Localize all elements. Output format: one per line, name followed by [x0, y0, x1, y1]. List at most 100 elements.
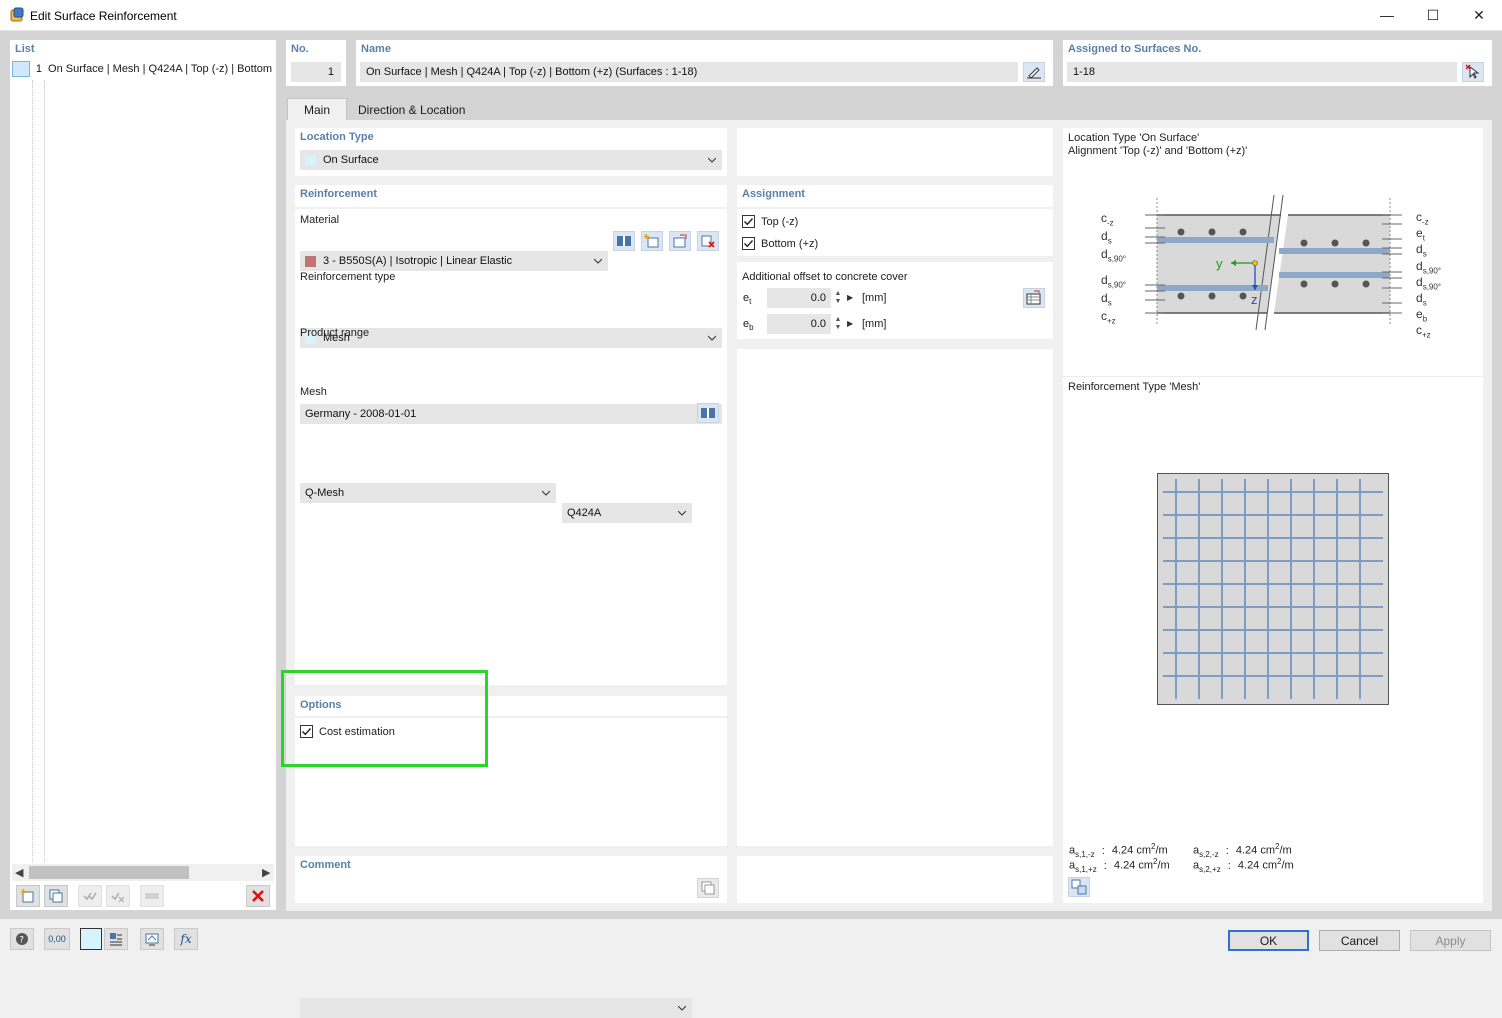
location-type-dropdown[interactable]: On Surface: [300, 150, 722, 170]
label-ds: ds: [1416, 242, 1427, 259]
scroll-left-icon[interactable]: ◀: [15, 866, 23, 879]
swap-view-icon: [1071, 879, 1087, 895]
divider: [1063, 376, 1483, 377]
view-button[interactable]: [140, 928, 164, 950]
location-preview-subtitle: Alignment 'Top (-z)' and 'Bottom (+z)': [1068, 145, 1248, 157]
offset-et-spinner[interactable]: ▲ ▼: [832, 290, 844, 306]
tree-guide: [32, 80, 33, 862]
ok-button[interactable]: OK: [1228, 930, 1309, 951]
material-dropdown[interactable]: 3 - B550S(A) | Isotropic | Linear Elasti…: [300, 251, 608, 271]
uncheck-button[interactable]: [106, 885, 130, 907]
area-as1-plus-z: as,1,+z : 4.24 cm2/m: [1069, 857, 1170, 874]
formula-button[interactable]: fx: [174, 928, 198, 950]
reinforcement-type-label: Reinforcement type: [300, 271, 396, 283]
name-field[interactable]: On Surface | Mesh | Q424A | Top (-z) | B…: [360, 62, 1018, 82]
copy-icon: [49, 889, 63, 903]
display-properties-button[interactable]: [104, 928, 128, 950]
assignment-label: Assignment: [742, 188, 805, 200]
location-type-label: Location Type: [300, 131, 374, 143]
view-icon: [145, 933, 159, 946]
tree-guide: [44, 80, 45, 862]
scroll-right-icon[interactable]: ▶: [262, 866, 270, 879]
mesh-name-dropdown[interactable]: Q424A: [562, 503, 692, 523]
offset-et-arrow-icon[interactable]: ▶: [847, 293, 853, 302]
scroll-thumb[interactable]: [29, 866, 189, 879]
offset-et-symbol: et: [743, 292, 752, 307]
units-button[interactable]: 0,00: [44, 928, 70, 950]
delete-icon: [252, 890, 264, 902]
color-swatch-button[interactable]: [80, 928, 102, 950]
delete-material-button[interactable]: [697, 231, 719, 251]
delete-material-icon: [701, 235, 715, 248]
assigned-surfaces-field[interactable]: 1-18: [1067, 62, 1457, 82]
label-ds90: ds,90°: [1101, 273, 1127, 290]
label-c-plus-z: c+z: [1416, 323, 1431, 340]
new-material-icon: [644, 234, 659, 248]
label-eb: eb: [1416, 307, 1428, 324]
list-horizontal-scrollbar[interactable]: ◀ ▶: [12, 864, 274, 881]
maximize-button[interactable]: ☐: [1410, 0, 1456, 30]
mesh-preview-title: Reinforcement Type 'Mesh': [1068, 381, 1201, 393]
cancel-button[interactable]: Cancel: [1319, 930, 1400, 951]
pick-surfaces-button[interactable]: [1462, 62, 1484, 82]
slab-section: [1156, 194, 1391, 331]
comment-dropdown[interactable]: [300, 998, 692, 1018]
new-item-button[interactable]: [16, 885, 40, 907]
material-value: 3 - B550S(A) | Isotropic | Linear Elasti…: [323, 255, 513, 267]
left-dimension-labels: c-z ds ds,90°: [1101, 212, 1151, 266]
app-icon: [10, 7, 24, 22]
delete-button[interactable]: [246, 885, 270, 907]
check-all-icon: [83, 892, 97, 901]
tab-main[interactable]: Main: [287, 98, 347, 120]
left-dimension-labels-bottom: ds,90° ds c+z: [1101, 274, 1151, 328]
apply-button[interactable]: Apply: [1410, 930, 1491, 951]
reinforcement-label: Reinforcement: [300, 188, 378, 200]
mesh-diagram: [1157, 473, 1389, 705]
comment-panel: [295, 856, 727, 903]
new-material-button[interactable]: [641, 231, 663, 251]
location-preview-title: Location Type 'On Surface': [1068, 132, 1200, 144]
formula-icon: fx: [180, 932, 192, 946]
highlight-box: [281, 670, 488, 767]
top-checkbox[interactable]: [742, 215, 755, 228]
check-all-button[interactable]: [78, 885, 102, 907]
number-field[interactable]: 1: [291, 62, 341, 82]
offset-et-input[interactable]: 0.0: [767, 288, 831, 308]
mesh-kind-dropdown[interactable]: Q-Mesh: [300, 483, 556, 503]
assigned-label: Assigned to Surfaces No.: [1068, 43, 1202, 55]
edit-name-button[interactable]: [1023, 62, 1045, 82]
comment-library-button[interactable]: [697, 878, 719, 898]
axis-z-label: z: [1251, 292, 1258, 307]
edit-material-button[interactable]: [669, 231, 691, 251]
close-button[interactable]: ✕: [1456, 0, 1502, 30]
name-label: Name: [361, 43, 391, 55]
offset-eb-unit: [mm]: [862, 318, 887, 330]
bottom-checkbox[interactable]: [742, 237, 755, 250]
product-range-dropdown[interactable]: Germany - 2008-01-01: [300, 404, 722, 424]
svg-text:?: ?: [19, 936, 24, 946]
offset-edit-button[interactable]: [1023, 288, 1045, 308]
copy-icon: [701, 881, 715, 895]
renumber-button[interactable]: [140, 885, 164, 907]
renumber-icon: [145, 893, 159, 899]
area-as2-plus-z: as,2,+z : 4.24 cm2/m: [1193, 857, 1294, 874]
label-ds90: ds,90°: [1101, 246, 1127, 264]
offset-eb-input[interactable]: 0.0: [767, 314, 831, 334]
copy-item-button[interactable]: [44, 885, 68, 907]
label-ds: ds: [1416, 290, 1427, 308]
preview-swap-button[interactable]: [1068, 877, 1090, 897]
tab-direction-location[interactable]: Direction & Location: [348, 99, 475, 120]
list-item[interactable]: 1 On Surface | Mesh | Q424A | Top (-z) |…: [12, 60, 275, 78]
offset-eb-spinner[interactable]: ▲ ▼: [832, 316, 844, 332]
new-item-icon: [21, 889, 34, 903]
offset-eb-arrow-icon[interactable]: ▶: [847, 319, 853, 328]
material-library-button[interactable]: [613, 231, 635, 251]
label-c-minus-z: c-z: [1101, 211, 1114, 228]
help-button[interactable]: ?: [10, 928, 34, 950]
label-ds90: ds,90°: [1416, 274, 1442, 292]
chevron-down-icon: [594, 258, 602, 264]
mesh-library-button[interactable]: [697, 403, 719, 423]
mesh-name-value: Q424A: [567, 507, 602, 519]
minimize-button[interactable]: —: [1364, 0, 1410, 30]
help-icon: ?: [16, 933, 28, 946]
